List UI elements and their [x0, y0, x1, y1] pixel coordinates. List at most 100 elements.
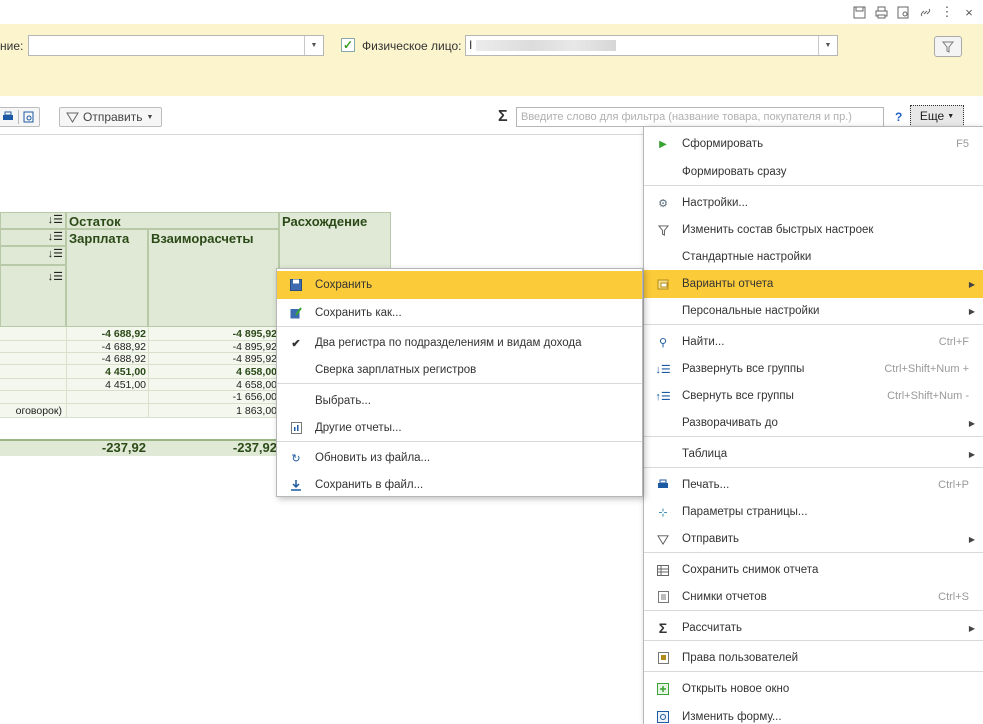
sort-icon[interactable]: ↓☰	[0, 265, 66, 327]
division-label: ние:	[0, 39, 24, 53]
menu-item-label: Развернуть все группы	[682, 363, 805, 375]
menu-item-11[interactable]: Таблица ▶	[644, 440, 983, 468]
more-button[interactable]: Еще ▼	[910, 105, 964, 127]
send-icon	[656, 532, 670, 546]
variant-item-6[interactable]: ↻ Обновить из файла...	[277, 444, 642, 472]
menu-item-20[interactable]: Изменить форму...	[644, 703, 983, 724]
menu-item-13[interactable]: ⊹ Параметры страницы...	[644, 498, 983, 526]
page-setup-icon: ⊹	[658, 506, 668, 519]
menu-item-2[interactable]: ⚙ Настройки...	[644, 189, 983, 217]
menu-item-12[interactable]: Печать... Ctrl+P	[644, 471, 983, 499]
menu-item-17[interactable]: Σ Рассчитать ▶	[644, 614, 983, 642]
salary-cell	[66, 404, 148, 418]
help-icon[interactable]: ?	[895, 110, 902, 124]
search-input[interactable]: Введите слово для фильтра (название това…	[516, 107, 884, 127]
settlements-cell: -4 895,92	[148, 353, 279, 365]
menu-item-10[interactable]: Разворачивать до ▶	[644, 409, 983, 437]
salary-header: Зарплата	[66, 229, 148, 327]
filter-icon	[656, 223, 670, 237]
total-settlements: -237,92	[232, 440, 277, 455]
row-label: оговорок)	[15, 405, 62, 417]
salary-cell: 4 451,00	[66, 365, 148, 379]
variant-item-1[interactable]: Сохранить как...	[277, 299, 642, 327]
salary-cell: -4 688,92	[66, 327, 148, 341]
sigma-icon[interactable]: Σ	[498, 108, 508, 126]
send-icon	[66, 112, 79, 123]
menu-item-1[interactable]: Формировать сразу	[644, 158, 983, 186]
menu-item-shortcut: Ctrl+Shift+Num -	[887, 390, 969, 402]
menu-item-label: Отправить	[682, 533, 740, 545]
settlements-cell: -4 895,92	[148, 327, 279, 341]
chevron-down-icon[interactable]: ▼	[818, 36, 837, 55]
sort-icon[interactable]: ↓☰	[0, 246, 66, 265]
menu-item-label: Настройки...	[682, 197, 748, 209]
menu-item-8[interactable]: ↓☰ Развернуть все группы Ctrl+Shift+Num +	[644, 355, 983, 383]
menu-item-label: Свернуть все группы	[682, 390, 794, 402]
printer-icon[interactable]	[2, 111, 14, 123]
division-field[interactable]: ▼	[28, 35, 324, 56]
link-icon[interactable]	[917, 4, 933, 20]
reports-icon	[289, 421, 303, 435]
menu-item-label: Разворачивать до	[682, 417, 778, 429]
kebab-icon[interactable]: ⋮	[939, 4, 955, 20]
sigma-icon: Σ	[658, 620, 668, 636]
variant-item-2[interactable]: ✔ Два регистра по подразделениям и видам …	[277, 329, 642, 357]
row-label	[0, 379, 66, 391]
person-field[interactable]: I ▼	[465, 35, 838, 56]
filter-settings-button[interactable]	[934, 36, 962, 57]
menu-item-label: Параметры страницы...	[682, 506, 808, 518]
salary-cell: -4 688,92	[66, 341, 148, 353]
menu-item-19[interactable]: Открыть новое окно	[644, 675, 983, 703]
menu-item-18[interactable]: Права пользователей	[644, 644, 983, 672]
menu-item-9[interactable]: ↑☰ Свернуть все группы Ctrl+Shift+Num -	[644, 382, 983, 410]
menu-item-14[interactable]: Отправить ▶	[644, 525, 983, 553]
total-salary: -237,92	[101, 440, 146, 455]
settlements-cell: 1 863,00	[148, 404, 279, 418]
chevron-down-icon[interactable]: ▼	[304, 36, 323, 55]
send-button[interactable]: Отправить ▼	[59, 107, 162, 127]
menu-item-label: Изменить состав быстрых настроек	[682, 224, 874, 236]
menu-item-7[interactable]: ⚲ Найти... Ctrl+F	[644, 328, 983, 356]
close-icon[interactable]: ×	[961, 4, 977, 20]
variant-item-3[interactable]: Сверка зарплатных регистров	[277, 356, 642, 384]
row-label	[0, 327, 66, 341]
menu-item-shortcut: Ctrl+Shift+Num +	[884, 363, 969, 375]
menu-item-label: Варианты отчета	[682, 278, 774, 290]
menu-item-3[interactable]: Изменить состав быстрых настроек	[644, 216, 983, 244]
variant-item-4[interactable]: Выбрать...	[277, 387, 642, 415]
menu-item-15[interactable]: Сохранить снимок отчета	[644, 556, 983, 584]
menu-item-label: Таблица	[682, 448, 728, 460]
sort-icon[interactable]: ↓☰	[0, 212, 66, 229]
menu-item-0[interactable]: ▶ Сформировать F5	[644, 130, 983, 158]
menu-item-5[interactable]: Варианты отчета ▶	[644, 270, 983, 298]
printer-icon[interactable]	[873, 4, 889, 20]
variant-item-7[interactable]: Сохранить в файл...	[277, 471, 642, 499]
row-label	[0, 391, 66, 404]
preview-icon[interactable]	[23, 111, 35, 123]
variant-item-0[interactable]: Сохранить	[277, 271, 642, 299]
settlements-cell: 4 658,00	[148, 365, 279, 379]
print-preview-group	[0, 107, 40, 127]
variant-item-label: Выбрать...	[315, 395, 371, 407]
sort-icon[interactable]: ↓☰	[0, 229, 66, 246]
check-icon: ✔	[291, 337, 301, 350]
person-checkbox[interactable]: ✓	[341, 38, 355, 52]
menu-item-6[interactable]: Персональные настройки ▶	[644, 297, 983, 325]
person-label: Физическое лицо:	[362, 39, 462, 53]
row-label	[0, 341, 66, 353]
search-icon: ⚲	[658, 336, 668, 349]
menu-item-4[interactable]: Стандартные настройки	[644, 243, 983, 271]
settlements-cell: -1 656,00	[148, 391, 279, 404]
floppy-icon[interactable]	[851, 4, 867, 20]
menu-item-label: Формировать сразу	[682, 166, 787, 178]
menu-item-16[interactable]: Снимки отчетов Ctrl+S	[644, 583, 983, 611]
variant-item-5[interactable]: Другие отчеты...	[277, 414, 642, 442]
menu-item-label: Сохранить снимок отчета	[682, 564, 819, 576]
preview-icon[interactable]	[895, 4, 911, 20]
chevron-right-icon: ▶	[968, 418, 975, 428]
printer-icon	[656, 478, 670, 492]
menu-item-shortcut: Ctrl+P	[938, 479, 969, 491]
menu-item-label: Открыть новое окно	[682, 683, 790, 695]
variants-submenu: Сохранить Сохранить как... ✔ Два регистра п…	[276, 268, 643, 497]
variant-item-label: Обновить из файла...	[315, 452, 431, 464]
